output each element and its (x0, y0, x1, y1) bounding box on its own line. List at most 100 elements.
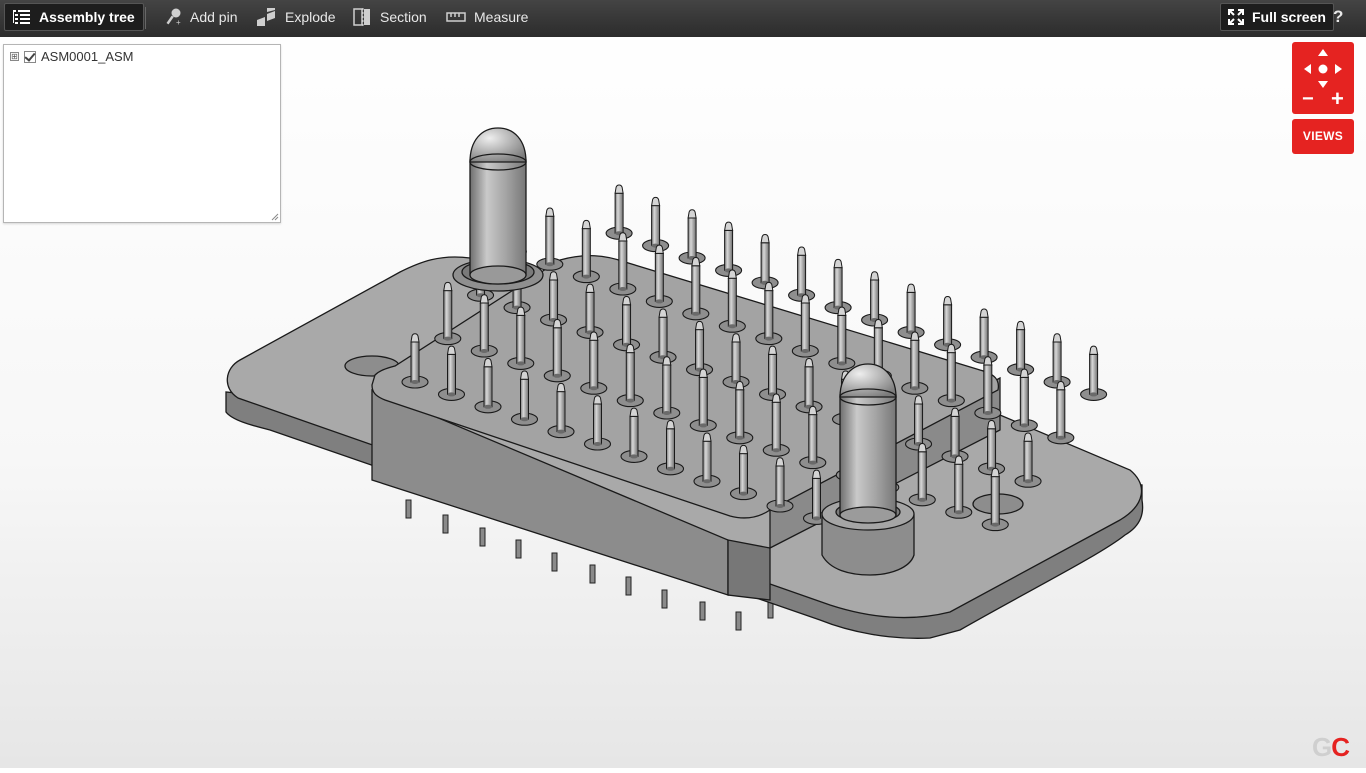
section-label: Section (380, 9, 427, 25)
contact-pin (552, 319, 562, 378)
contact-pin (775, 457, 785, 508)
contact-pin (1056, 381, 1066, 440)
ruler-icon (446, 11, 466, 23)
views-button[interactable]: VIEWS (1292, 119, 1354, 154)
contact-pin (731, 333, 741, 384)
contact-pin (516, 306, 526, 366)
contact-pin (983, 356, 993, 415)
help-button[interactable]: ? (1333, 3, 1343, 31)
assembly-tree-panel: ⊞ ASM0001_ASM (3, 44, 281, 223)
toolbar-divider (145, 7, 146, 29)
svg-text:+: + (176, 18, 181, 26)
section-icon (352, 8, 372, 26)
explode-label: Explode (285, 9, 336, 25)
section-button[interactable]: Section (352, 3, 427, 31)
contact-pin (808, 405, 818, 465)
pan-left-icon[interactable] (1304, 64, 1311, 74)
full-screen-label: Full screen (1252, 9, 1326, 25)
measure-label: Measure (474, 9, 529, 25)
contact-pin (556, 382, 566, 434)
pan-down-icon[interactable] (1318, 81, 1328, 88)
contact-pin (548, 271, 559, 322)
contact-pin (797, 246, 807, 298)
contact-pin (654, 244, 664, 304)
contact-pin (804, 358, 814, 409)
contact-pin (479, 294, 489, 353)
contact-pin (446, 345, 457, 397)
contact-pin (764, 281, 774, 341)
tree-item[interactable]: ⊞ ASM0001_ASM (10, 49, 134, 64)
top-toolbar: Assembly tree + Add pin Explode Section (0, 0, 1366, 37)
contact-pin (651, 196, 661, 248)
gc-logo: GC (1312, 732, 1350, 762)
guide-post-left (452, 127, 544, 292)
explode-button[interactable]: Explode (257, 3, 336, 31)
contact-pin (691, 257, 701, 316)
assembly-tree-button[interactable]: Assembly tree (4, 3, 144, 31)
contact-pin (727, 269, 737, 329)
contact-pin (585, 283, 595, 335)
contact-pin (771, 393, 781, 453)
contact-pin (687, 209, 697, 260)
contact-pin (1016, 320, 1026, 372)
contact-pin (946, 343, 956, 403)
contact-pin (917, 443, 927, 502)
contact-pin (545, 207, 555, 267)
explode-icon (257, 8, 277, 26)
zoom-out-button[interactable]: − (1302, 88, 1314, 111)
list-tree-icon (13, 9, 31, 25)
contact-pin (519, 370, 530, 422)
center-view-icon[interactable] (1318, 64, 1328, 74)
contact-pin (1052, 333, 1062, 384)
contact-pin (698, 368, 708, 428)
measure-button[interactable]: Measure (446, 3, 528, 31)
contact-pin (738, 444, 749, 496)
full-screen-button[interactable]: Full screen (1220, 3, 1334, 31)
pan-right-icon[interactable] (1335, 64, 1342, 74)
contact-pin (443, 281, 453, 341)
visibility-checkbox[interactable] (24, 50, 36, 63)
contact-pin (625, 343, 635, 403)
contact-pin (1019, 368, 1029, 428)
expand-icon[interactable]: ⊞ (10, 52, 19, 61)
fullscreen-icon (1228, 9, 1244, 25)
contact-pin (979, 308, 989, 360)
contact-pin (870, 271, 880, 322)
add-pin-label: Add pin (190, 9, 238, 25)
pin-icon: + (166, 8, 182, 26)
contact-pin (735, 381, 745, 440)
contact-pin (811, 469, 822, 521)
contact-pin (767, 345, 778, 397)
contact-pin (629, 407, 639, 459)
add-pin-button[interactable]: + Add pin (166, 3, 237, 31)
contact-pin (913, 395, 924, 446)
contact-pin (662, 356, 672, 415)
contact-pin (621, 296, 632, 347)
resize-handle-icon[interactable] (271, 213, 279, 221)
contact-pin (943, 296, 953, 347)
contact-pin (592, 395, 603, 446)
contact-pin (724, 221, 734, 273)
contact-pin (833, 258, 843, 310)
contact-pin (618, 232, 628, 291)
navigation-control: − + (1292, 42, 1354, 114)
assembly-tree-label: Assembly tree (39, 9, 135, 25)
contact-pin (589, 331, 599, 391)
contact-pin (581, 219, 591, 279)
contact-pin (986, 420, 997, 471)
contact-pin (702, 432, 712, 484)
contact-pin (1023, 432, 1033, 484)
contact-pin (906, 283, 916, 335)
contact-pin (954, 455, 964, 515)
contact-pin (483, 358, 493, 409)
contact-pin (760, 234, 770, 285)
pan-up-icon[interactable] (1318, 49, 1328, 56)
contact-pin (694, 320, 705, 372)
zoom-in-button[interactable]: + (1331, 86, 1344, 112)
tree-item-label: ASM0001_ASM (41, 49, 134, 64)
help-label: ? (1333, 7, 1344, 26)
contact-pin (950, 407, 960, 459)
contact-pin (800, 294, 810, 353)
contact-pin (837, 306, 847, 366)
contact-pin (665, 420, 676, 471)
